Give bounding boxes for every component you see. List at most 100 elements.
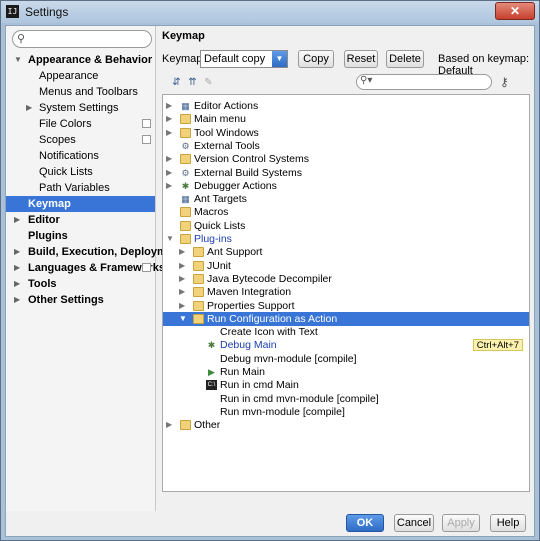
chevron-down-icon[interactable]: ▼ [14, 52, 22, 68]
sidebar-item-file-colors[interactable]: File Colors [6, 116, 155, 132]
gear-icon: ⚙ [181, 167, 190, 178]
ok-button[interactable]: OK [346, 514, 384, 532]
chevron-right-icon[interactable]: ▶ [179, 245, 185, 259]
tree-row-debug-main[interactable]: ✱ Debug Main Ctrl+Alt+7 [163, 338, 529, 352]
folder-icon [193, 260, 204, 271]
folder-icon [193, 273, 204, 284]
sidebar-item-appearance[interactable]: Appearance [6, 68, 155, 84]
keymap-select[interactable]: Default copy ▼ [200, 50, 288, 68]
sidebar-item-editor[interactable]: ▶ Editor [6, 212, 155, 228]
tree-row-label: Run in cmd mvn-module [compile] [220, 392, 379, 405]
tree-row-quick-lists[interactable]: Quick Lists [163, 219, 529, 233]
sidebar-item-label: System Settings [39, 102, 119, 114]
close-button[interactable]: ✕ [495, 2, 535, 20]
tree-row-create-icon-with-text[interactable]: Create Icon with Text [163, 325, 529, 339]
tree-row-run-main[interactable]: ▶ Run Main [163, 365, 529, 379]
keymap-filter-input[interactable]: ⚲▾ [356, 74, 492, 90]
sidebar-item-system-settings[interactable]: ▶ System Settings [6, 100, 155, 116]
sidebar-item-languages-frameworks[interactable]: ▶ Languages & Frameworks [6, 260, 165, 276]
tree-row-external-build-systems[interactable]: ▶ ⚙ External Build Systems [163, 166, 529, 180]
sidebar-item-label: Editor [28, 214, 60, 226]
reset-button[interactable]: Reset [344, 50, 378, 68]
sidebar-item-label: Appearance [39, 70, 99, 82]
chevron-down-icon[interactable]: ▼ [179, 312, 187, 326]
tree-row-editor-actions[interactable]: ▶ ▦ Editor Actions [163, 99, 529, 113]
sidebar-item-tools[interactable]: ▶ Tools [6, 276, 155, 292]
copy-button[interactable]: Copy [298, 50, 334, 68]
tree-row-label: Java Bytecode Decompiler [207, 272, 332, 285]
tree-row-tool-windows[interactable]: ▶ Tool Windows [163, 126, 529, 140]
chevron-right-icon[interactable]: ▶ [26, 100, 32, 116]
sidebar-item-quick-lists[interactable]: Quick Lists [6, 164, 155, 180]
settings-search-input[interactable]: ⚲ [12, 30, 152, 48]
tree-row-run-mvn-module-compile[interactable]: Run mvn-module [compile] [163, 405, 529, 419]
sidebar-item-label: Plugins [28, 230, 68, 242]
tree-row-external-tools[interactable]: ⚙ External Tools [163, 139, 529, 153]
edit-shortcut-icon[interactable]: ✎ [202, 77, 215, 89]
chevron-right-icon[interactable]: ▶ [14, 276, 20, 292]
chevron-right-icon[interactable]: ▶ [179, 299, 185, 313]
find-by-shortcut-icon[interactable]: ⚷ [500, 75, 509, 89]
delete-button[interactable]: Delete [386, 50, 424, 68]
tree-row-other[interactable]: ▶ Other [163, 418, 529, 432]
title-bar[interactable]: IJ Settings ✕ [1, 1, 539, 23]
folder-icon [193, 287, 204, 298]
keymap-panel: Keymap Keymaps: Default copy ▼ Copy Rese… [158, 26, 534, 511]
chevron-right-icon[interactable]: ▶ [179, 259, 185, 273]
sidebar-item-label: Path Variables [39, 182, 110, 194]
sidebar-item-label: File Colors [39, 118, 92, 130]
chevron-right-icon[interactable]: ▶ [179, 285, 185, 299]
chevron-right-icon[interactable]: ▶ [166, 418, 172, 432]
window-title: Settings [25, 5, 69, 19]
expand-all-icon[interactable]: ⇵ [170, 77, 183, 89]
tree-row-run-in-cmd-mvn-module-compile[interactable]: Run in cmd mvn-module [compile] [163, 392, 529, 406]
chevron-right-icon[interactable]: ▶ [166, 126, 172, 140]
tree-row-version-control-systems[interactable]: ▶ Version Control Systems [163, 152, 529, 166]
tree-row-ant-support[interactable]: ▶ Ant Support [163, 245, 529, 259]
sidebar-item-keymap[interactable]: Keymap [6, 196, 155, 212]
chevron-right-icon[interactable]: ▶ [14, 244, 20, 260]
tree-row-run-configuration-as-action[interactable]: ▼ Run Configuration as Action [163, 311, 529, 326]
project-scope-icon [142, 135, 151, 144]
settings-sidebar: ⚲ ▼ Appearance & Behavior Appearance Menus … [6, 26, 183, 511]
chevron-down-icon[interactable]: ▼ [166, 232, 174, 246]
tree-row-label: Main menu [194, 113, 246, 126]
tree-row-label: Debug mvn-module [compile] [220, 352, 357, 365]
tree-row-label: Debugger Actions [194, 179, 277, 192]
chevron-right-icon[interactable]: ▶ [179, 272, 185, 286]
chevron-right-icon[interactable]: ▶ [14, 212, 20, 228]
chevron-right-icon[interactable]: ▶ [166, 166, 172, 180]
chevron-right-icon[interactable]: ▶ [14, 260, 20, 276]
tree-row-plug-ins[interactable]: ▼ Plug-ins [163, 232, 529, 246]
tree-row-run-in-cmd-main[interactable]: C:\ Run in cmd Main [163, 378, 529, 392]
tree-row-java-bytecode-decompiler[interactable]: ▶ Java Bytecode Decompiler [163, 272, 529, 286]
tree-row-junit[interactable]: ▶ JUnit [163, 259, 529, 273]
tree-row-debugger-actions[interactable]: ▶ ✱ Debugger Actions [163, 179, 529, 193]
tree-row-macros[interactable]: Macros [163, 205, 529, 219]
collapse-all-icon[interactable]: ⇈ [186, 77, 199, 89]
folder-icon [180, 207, 191, 218]
help-button[interactable]: Help [490, 514, 526, 532]
tree-row-main-menu[interactable]: ▶ Main menu [163, 112, 529, 126]
sidebar-item-plugins[interactable]: Plugins [6, 228, 155, 244]
tree-row-debug-mvn-module-compile[interactable]: Debug mvn-module [compile] [163, 352, 529, 366]
tree-row-maven-integration[interactable]: ▶ Maven Integration [163, 285, 529, 299]
sidebar-item-notifications[interactable]: Notifications [6, 148, 155, 164]
chevron-right-icon[interactable]: ▶ [166, 152, 172, 166]
sidebar-item-build-execution-deployment[interactable]: ▶ Build, Execution, Deployment [6, 244, 183, 260]
search-icon: ⚲▾ [360, 75, 373, 86]
chevron-down-icon[interactable]: ▼ [272, 51, 287, 67]
chevron-right-icon[interactable]: ▶ [14, 292, 20, 308]
chevron-right-icon[interactable]: ▶ [166, 112, 172, 126]
sidebar-item-appearance-behavior[interactable]: ▼ Appearance & Behavior [6, 52, 155, 68]
sidebar-item-other-settings[interactable]: ▶ Other Settings [6, 292, 155, 308]
tree-row-ant-targets[interactable]: ▦ Ant Targets [163, 192, 529, 206]
sidebar-item-path-variables[interactable]: Path Variables [6, 180, 155, 196]
apply-button[interactable]: Apply [442, 514, 480, 532]
chevron-right-icon[interactable]: ▶ [166, 99, 172, 113]
sidebar-item-menus-and-toolbars[interactable]: Menus and Toolbars [6, 84, 155, 100]
tree-row-properties-support[interactable]: ▶ Properties Support [163, 299, 529, 313]
chevron-right-icon[interactable]: ▶ [166, 179, 172, 193]
cancel-button[interactable]: Cancel [394, 514, 434, 532]
sidebar-item-scopes[interactable]: Scopes [6, 132, 155, 148]
